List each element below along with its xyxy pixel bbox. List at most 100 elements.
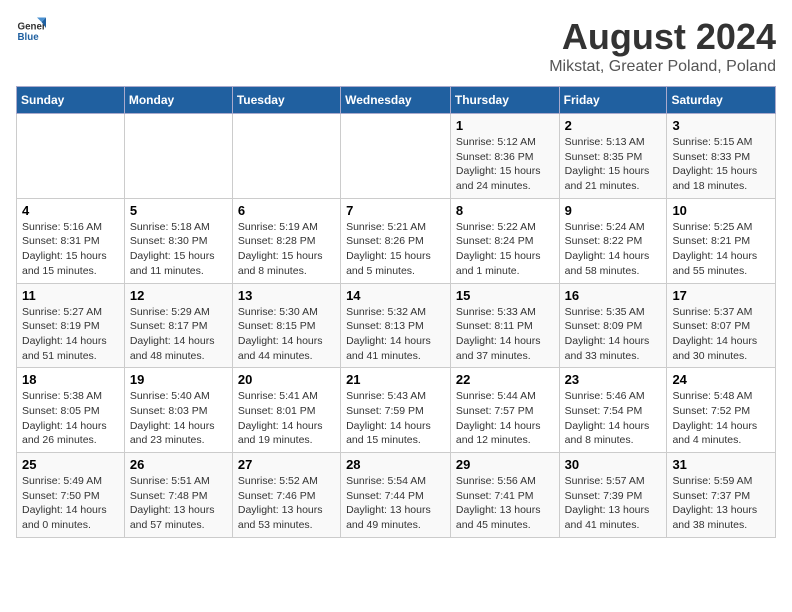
day-number: 7 bbox=[346, 203, 445, 218]
day-info: Sunrise: 5:40 AMSunset: 8:03 PMDaylight:… bbox=[130, 389, 227, 448]
calendar-header-row: SundayMondayTuesdayWednesdayThursdayFrid… bbox=[17, 87, 776, 114]
day-of-week-header: Wednesday bbox=[341, 87, 451, 114]
day-number: 6 bbox=[238, 203, 335, 218]
calendar-day-cell bbox=[232, 114, 340, 199]
day-number: 28 bbox=[346, 457, 445, 472]
day-info: Sunrise: 5:22 AMSunset: 8:24 PMDaylight:… bbox=[456, 220, 554, 279]
day-number: 17 bbox=[672, 288, 770, 303]
calendar-week-row: 4 Sunrise: 5:16 AMSunset: 8:31 PMDaylight… bbox=[17, 198, 776, 283]
day-number: 18 bbox=[22, 372, 119, 387]
calendar-day-cell: 21 Sunrise: 5:43 AMSunset: 7:59 PMDayligh… bbox=[341, 368, 451, 453]
calendar-day-cell: 8 Sunrise: 5:22 AMSunset: 8:24 PMDaylight… bbox=[450, 198, 559, 283]
calendar-day-cell: 29 Sunrise: 5:56 AMSunset: 7:41 PMDayligh… bbox=[450, 453, 559, 538]
day-number: 13 bbox=[238, 288, 335, 303]
calendar-day-cell: 14Sunrise: 5:32 AMSunset: 8:13 PMDayligh… bbox=[341, 283, 451, 368]
day-info: Sunrise: 5:18 AMSunset: 8:30 PMDaylight:… bbox=[130, 220, 227, 279]
day-number: 9 bbox=[565, 203, 662, 218]
day-number: 10 bbox=[672, 203, 770, 218]
day-info: Sunrise: 5:33 AMSunset: 8:11 PMDaylight:… bbox=[456, 305, 554, 364]
day-info: Sunrise: 5:49 AMSunset: 7:50 PMDaylight:… bbox=[22, 474, 119, 533]
calendar-day-cell: 7 Sunrise: 5:21 AMSunset: 8:26 PMDaylight… bbox=[341, 198, 451, 283]
day-number: 21 bbox=[346, 372, 445, 387]
day-info: Sunrise: 5:16 AMSunset: 8:31 PMDaylight:… bbox=[22, 220, 119, 279]
day-number: 20 bbox=[238, 372, 335, 387]
calendar-day-cell bbox=[124, 114, 232, 199]
calendar-day-cell: 22 Sunrise: 5:44 AMSunset: 7:57 PMDayligh… bbox=[450, 368, 559, 453]
day-of-week-header: Friday bbox=[559, 87, 667, 114]
day-number: 24 bbox=[672, 372, 770, 387]
day-number: 14 bbox=[346, 288, 445, 303]
day-info: Sunrise: 5:38 AMSunset: 8:05 PMDaylight:… bbox=[22, 389, 119, 448]
svg-text:Blue: Blue bbox=[18, 32, 40, 43]
day-info: Sunrise: 5:46 AMSunset: 7:54 PMDaylight:… bbox=[565, 389, 662, 448]
calendar-day-cell: 6 Sunrise: 5:19 AMSunset: 8:28 PMDaylight… bbox=[232, 198, 340, 283]
calendar-week-row: 25 Sunrise: 5:49 AMSunset: 7:50 PMDayligh… bbox=[17, 453, 776, 538]
main-title: August 2024 bbox=[549, 16, 776, 58]
calendar-day-cell: 3Sunrise: 5:15 AMSunset: 8:33 PMDaylight… bbox=[667, 114, 776, 199]
day-of-week-header: Monday bbox=[124, 87, 232, 114]
calendar-day-cell: 28 Sunrise: 5:54 AMSunset: 7:44 PMDayligh… bbox=[341, 453, 451, 538]
day-number: 4 bbox=[22, 203, 119, 218]
svg-text:General: General bbox=[18, 22, 47, 33]
day-info: Sunrise: 5:13 AMSunset: 8:35 PMDaylight:… bbox=[565, 135, 662, 194]
calendar-day-cell: 31 Sunrise: 5:59 AMSunset: 7:37 PMDayligh… bbox=[667, 453, 776, 538]
day-number: 15 bbox=[456, 288, 554, 303]
day-info: Sunrise: 5:54 AMSunset: 7:44 PMDaylight:… bbox=[346, 474, 445, 533]
calendar-day-cell bbox=[17, 114, 125, 199]
day-number: 5 bbox=[130, 203, 227, 218]
calendar-day-cell: 10 Sunrise: 5:25 AMSunset: 8:21 PMDayligh… bbox=[667, 198, 776, 283]
day-info: Sunrise: 5:57 AMSunset: 7:39 PMDaylight:… bbox=[565, 474, 662, 533]
calendar-day-cell: 27 Sunrise: 5:52 AMSunset: 7:46 PMDayligh… bbox=[232, 453, 340, 538]
day-number: 11 bbox=[22, 288, 119, 303]
calendar-day-cell: 17 Sunrise: 5:37 AMSunset: 8:07 PMDayligh… bbox=[667, 283, 776, 368]
calendar-day-cell: 9 Sunrise: 5:24 AMSunset: 8:22 PMDaylight… bbox=[559, 198, 667, 283]
day-info: Sunrise: 5:12 AMSunset: 8:36 PMDaylight:… bbox=[456, 135, 554, 194]
subtitle: Mikstat, Greater Poland, Poland bbox=[549, 58, 776, 76]
day-info: Sunrise: 5:19 AMSunset: 8:28 PMDaylight:… bbox=[238, 220, 335, 279]
day-number: 29 bbox=[456, 457, 554, 472]
day-info: Sunrise: 5:56 AMSunset: 7:41 PMDaylight:… bbox=[456, 474, 554, 533]
day-number: 23 bbox=[565, 372, 662, 387]
calendar-day-cell: 25 Sunrise: 5:49 AMSunset: 7:50 PMDayligh… bbox=[17, 453, 125, 538]
day-number: 1 bbox=[456, 118, 554, 133]
day-number: 8 bbox=[456, 203, 554, 218]
day-info: Sunrise: 5:41 AMSunset: 8:01 PMDaylight:… bbox=[238, 389, 335, 448]
day-number: 19 bbox=[130, 372, 227, 387]
day-info: Sunrise: 5:24 AMSunset: 8:22 PMDaylight:… bbox=[565, 220, 662, 279]
day-number: 30 bbox=[565, 457, 662, 472]
calendar-week-row: 18 Sunrise: 5:38 AMSunset: 8:05 PMDayligh… bbox=[17, 368, 776, 453]
calendar-table: SundayMondayTuesdayWednesdayThursdayFrid… bbox=[16, 86, 776, 538]
calendar-week-row: 1 Sunrise: 5:12 AMSunset: 8:36 PMDaylight… bbox=[17, 114, 776, 199]
day-info: Sunrise: 5:44 AMSunset: 7:57 PMDaylight:… bbox=[456, 389, 554, 448]
day-info: Sunrise: 5:25 AMSunset: 8:21 PMDaylight:… bbox=[672, 220, 770, 279]
day-info: Sunrise: 5:21 AMSunset: 8:26 PMDaylight:… bbox=[346, 220, 445, 279]
calendar-day-cell: 20 Sunrise: 5:41 AMSunset: 8:01 PMDayligh… bbox=[232, 368, 340, 453]
day-info: Sunrise: 5:15 AMSunset: 8:33 PMDaylight:… bbox=[672, 135, 770, 194]
day-info: Sunrise: 5:59 AMSunset: 7:37 PMDaylight:… bbox=[672, 474, 770, 533]
day-info: Sunrise: 5:29 AMSunset: 8:17 PMDaylight:… bbox=[130, 305, 227, 364]
calendar-day-cell: 26Sunrise: 5:51 AMSunset: 7:48 PMDayligh… bbox=[124, 453, 232, 538]
calendar-week-row: 11 Sunrise: 5:27 AMSunset: 8:19 PMDayligh… bbox=[17, 283, 776, 368]
calendar-day-cell: 1 Sunrise: 5:12 AMSunset: 8:36 PMDaylight… bbox=[450, 114, 559, 199]
day-number: 27 bbox=[238, 457, 335, 472]
calendar-day-cell: 30 Sunrise: 5:57 AMSunset: 7:39 PMDayligh… bbox=[559, 453, 667, 538]
calendar-day-cell: 24 Sunrise: 5:48 AMSunset: 7:52 PMDayligh… bbox=[667, 368, 776, 453]
day-info: Sunrise: 5:48 AMSunset: 7:52 PMDaylight:… bbox=[672, 389, 770, 448]
day-number: 2 bbox=[565, 118, 662, 133]
day-info: Sunrise: 5:43 AMSunset: 7:59 PMDaylight:… bbox=[346, 389, 445, 448]
day-number: 31 bbox=[672, 457, 770, 472]
day-number: 22 bbox=[456, 372, 554, 387]
calendar-day-cell: 23 Sunrise: 5:46 AMSunset: 7:54 PMDayligh… bbox=[559, 368, 667, 453]
calendar-day-cell: 13Sunrise: 5:30 AMSunset: 8:15 PMDayligh… bbox=[232, 283, 340, 368]
day-info: Sunrise: 5:52 AMSunset: 7:46 PMDaylight:… bbox=[238, 474, 335, 533]
logo: General Blue bbox=[16, 16, 46, 46]
calendar-day-cell: 2 Sunrise: 5:13 AMSunset: 8:35 PMDaylight… bbox=[559, 114, 667, 199]
calendar-day-cell: 12 Sunrise: 5:29 AMSunset: 8:17 PMDayligh… bbox=[124, 283, 232, 368]
title-block: August 2024 Mikstat, Greater Poland, Pol… bbox=[549, 16, 776, 76]
calendar-day-cell: 16Sunrise: 5:35 AMSunset: 8:09 PMDayligh… bbox=[559, 283, 667, 368]
day-info: Sunrise: 5:35 AMSunset: 8:09 PMDaylight:… bbox=[565, 305, 662, 364]
day-number: 25 bbox=[22, 457, 119, 472]
day-info: Sunrise: 5:37 AMSunset: 8:07 PMDaylight:… bbox=[672, 305, 770, 364]
day-number: 12 bbox=[130, 288, 227, 303]
day-info: Sunrise: 5:27 AMSunset: 8:19 PMDaylight:… bbox=[22, 305, 119, 364]
